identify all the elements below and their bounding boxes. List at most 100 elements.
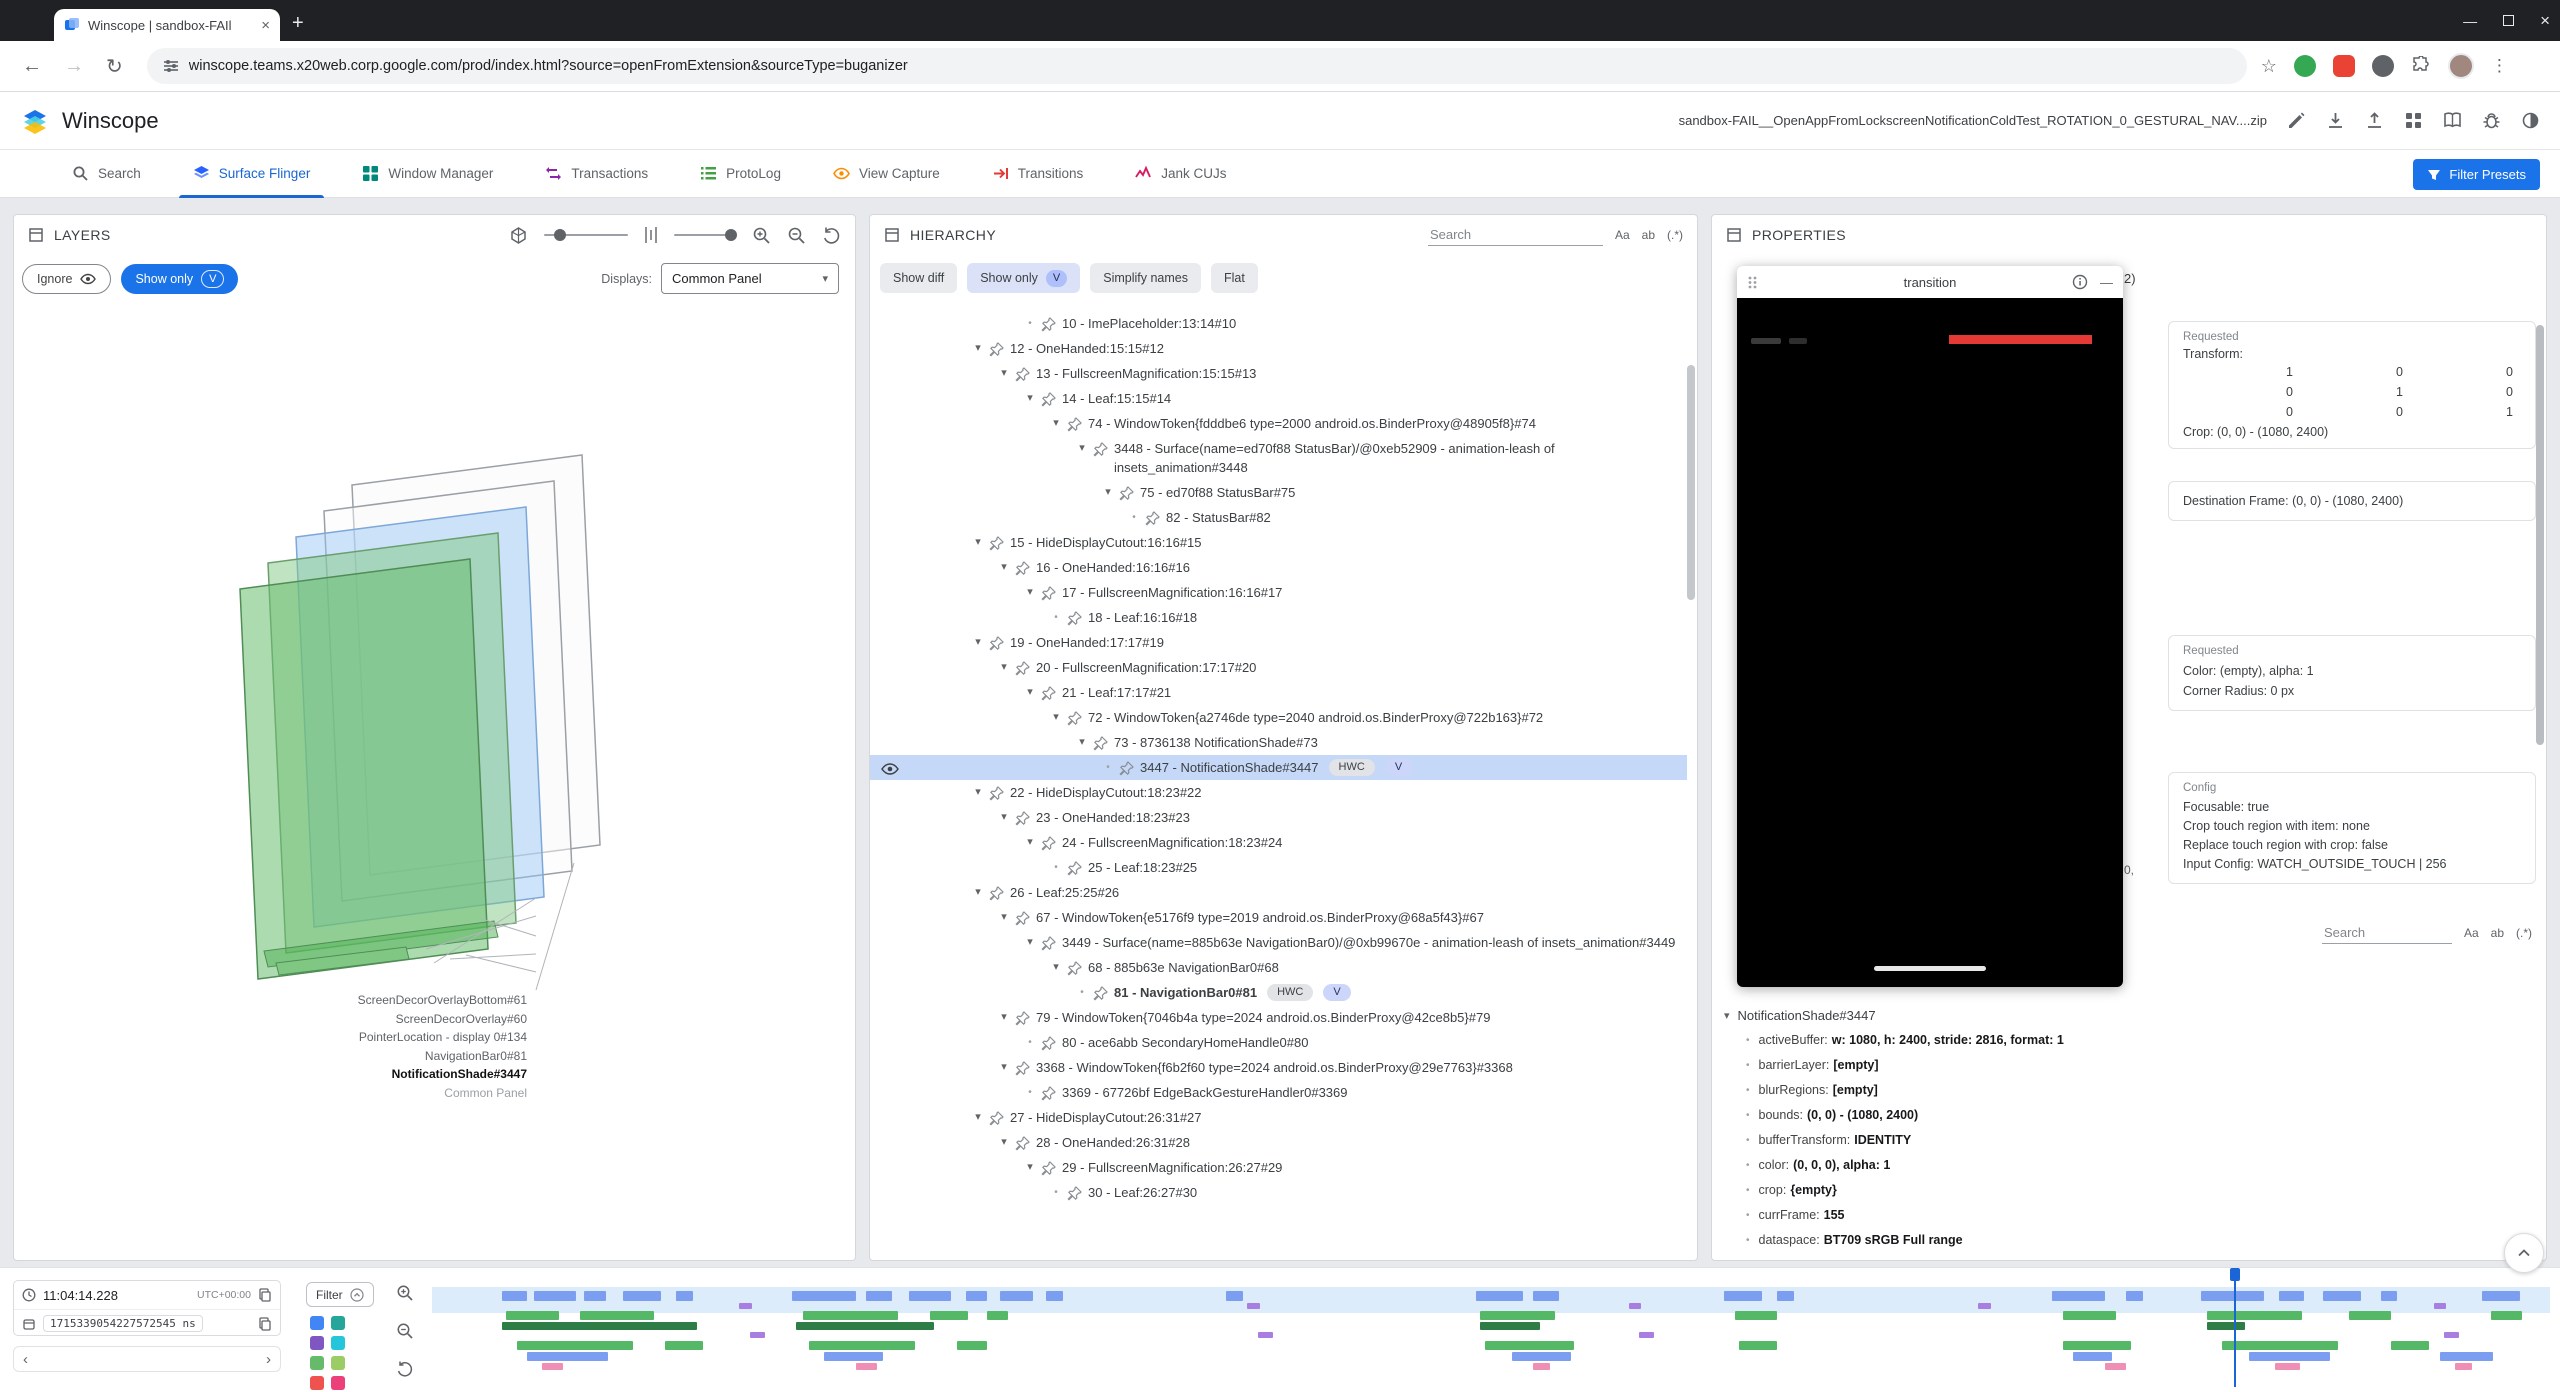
trace-event-segment[interactable] <box>2434 1303 2447 1309</box>
trace-event-segment[interactable] <box>1258 1332 1273 1338</box>
hierarchy-row[interactable]: •10 - ImePlaceholder:13:14#10 <box>870 311 1687 336</box>
panel-drag-icon[interactable] <box>1726 227 1742 243</box>
pin-icon[interactable] <box>1014 558 1036 577</box>
show-only-chip[interactable]: Show only V <box>121 264 238 294</box>
expand-chevron-icon[interactable]: ▾ <box>994 908 1014 927</box>
hierarchy-row[interactable]: •81 - NavigationBar0#81HWCV <box>870 980 1687 1005</box>
hierarchy-row[interactable]: ▾3449 - Surface(name=885b63e NavigationB… <box>870 930 1687 955</box>
panel-drag-icon[interactable] <box>28 227 44 243</box>
trace-event-segment[interactable] <box>2391 1341 2429 1350</box>
trace-event-segment[interactable] <box>966 1291 987 1301</box>
hierarchy-row[interactable]: ▾17 - FullscreenMagnification:16:16#17 <box>870 580 1687 605</box>
pin-icon[interactable] <box>988 633 1010 652</box>
match-case-icon[interactable]: Aa <box>1615 228 1630 242</box>
pin-icon[interactable] <box>1040 933 1062 952</box>
window-maximize-button[interactable] <box>2503 15 2514 26</box>
expand-chevron-icon[interactable]: ▾ <box>968 883 988 902</box>
trace-event-segment[interactable] <box>1724 1291 1762 1301</box>
trace-event-segment[interactable] <box>1046 1291 1063 1301</box>
trace-event-segment[interactable] <box>1000 1291 1034 1301</box>
hierarchy-row[interactable]: ▾75 - ed70f88 StatusBar#75 <box>870 480 1687 505</box>
hierarchy-row[interactable]: ▾13 - FullscreenMagnification:15:15#13 <box>870 361 1687 386</box>
pin-icon[interactable] <box>1040 389 1062 408</box>
expand-timeline-button[interactable] <box>2504 1233 2544 1273</box>
trace-event-segment[interactable] <box>2323 1291 2361 1301</box>
trace-toggle-icon[interactable] <box>331 1336 345 1350</box>
apps-grid-icon[interactable] <box>2404 111 2423 130</box>
trace-event-segment[interactable] <box>502 1291 527 1301</box>
browser-tab[interactable]: Winscope | sandbox-FAIl × <box>54 9 280 41</box>
trace-event-segment[interactable] <box>809 1341 915 1350</box>
reload-icon[interactable]: ↻ <box>106 54 123 79</box>
regex-icon[interactable]: (.*) <box>1667 228 1683 242</box>
trace-event-segment[interactable] <box>542 1363 563 1370</box>
pin-icon[interactable] <box>1092 983 1114 1002</box>
tune-icon[interactable] <box>163 58 179 74</box>
trace-event-segment[interactable] <box>2381 1291 2398 1301</box>
upload-icon[interactable] <box>2365 111 2384 130</box>
hierarchy-row[interactable]: ▾16 - OneHanded:16:16#16 <box>870 555 1687 580</box>
back-icon[interactable]: ← <box>22 55 42 78</box>
spacing-slider[interactable] <box>674 234 736 236</box>
hierarchy-row[interactable]: ▾67 - WindowToken{e5176f9 type=2019 andr… <box>870 905 1687 930</box>
hierarchy-row[interactable]: ▾24 - FullscreenMagnification:18:23#24 <box>870 830 1687 855</box>
trace-event-segment[interactable] <box>1777 1291 1794 1301</box>
window-minimize-button[interactable]: — <box>2463 13 2477 29</box>
pin-icon[interactable] <box>1040 314 1062 333</box>
docs-book-icon[interactable] <box>2443 111 2462 130</box>
pin-icon[interactable] <box>1118 758 1140 777</box>
address-bar[interactable]: winscope.teams.x20web.corp.google.com/pr… <box>147 48 2247 84</box>
trace-event-segment[interactable] <box>2279 1291 2304 1301</box>
trace-event-segment[interactable] <box>1639 1332 1654 1338</box>
trace-event-segment[interactable] <box>584 1291 605 1301</box>
trace-event-segment[interactable] <box>527 1352 607 1361</box>
expand-chevron-icon[interactable]: ▾ <box>968 339 988 358</box>
extension-icon-gray[interactable] <box>2372 55 2394 77</box>
nav-tab-transactions[interactable]: Transactions <box>519 150 674 198</box>
hierarchy-row[interactable]: ▾68 - 885b63e NavigationBar0#68 <box>870 955 1687 980</box>
trace-event-segment[interactable] <box>2063 1311 2116 1320</box>
hierarchy-row[interactable]: •82 - StatusBar#82 <box>870 505 1687 530</box>
trace-event-segment[interactable] <box>909 1291 951 1301</box>
trace-event-segment[interactable] <box>506 1311 559 1320</box>
trace-event-segment[interactable] <box>1226 1291 1243 1301</box>
browser-menu-icon[interactable]: ⋮ <box>2491 56 2508 76</box>
hierarchy-row[interactable]: ▾79 - WindowToken{7046b4a type=2024 andr… <box>870 1005 1687 1030</box>
trace-event-segment[interactable] <box>580 1311 654 1320</box>
trace-event-segment[interactable] <box>676 1291 693 1301</box>
tab-close-icon[interactable]: × <box>261 17 270 34</box>
expand-chevron-icon[interactable]: ▾ <box>1020 389 1040 408</box>
trace-event-segment[interactable] <box>957 1341 987 1350</box>
hierarchy-row[interactable]: ▾23 - OneHanded:18:23#23 <box>870 805 1687 830</box>
hierarchy-filter-show-only[interactable]: Show onlyV <box>967 263 1080 293</box>
trace-event-segment[interactable] <box>792 1291 856 1301</box>
trace-event-segment[interactable] <box>2349 1311 2391 1320</box>
hierarchy-row[interactable]: ▾74 - WindowToken{fdddbe6 type=2000 andr… <box>870 411 1687 436</box>
hierarchy-row[interactable]: •18 - Leaf:16:16#18 <box>870 605 1687 630</box>
trace-event-segment[interactable] <box>866 1291 891 1301</box>
layer-label[interactable]: ScreenDecorOverlay#60 <box>174 1010 527 1029</box>
timeline-scrollbar[interactable]: ‹ › <box>13 1346 281 1372</box>
hierarchy-row[interactable]: ▾3368 - WindowToken{f6b2f60 type=2024 an… <box>870 1055 1687 1080</box>
timeline-cursor[interactable] <box>2234 1273 2236 1387</box>
nav-tab-window-manager[interactable]: Window Manager <box>336 150 519 198</box>
expand-chevron-icon[interactable]: ▾ <box>1098 483 1118 502</box>
pin-icon[interactable] <box>1066 958 1088 977</box>
nav-tab-transitions[interactable]: Transitions <box>966 150 1110 198</box>
hierarchy-row[interactable]: ▾20 - FullscreenMagnification:17:17#20 <box>870 655 1687 680</box>
pin-icon[interactable] <box>1040 683 1062 702</box>
panel-drag-icon[interactable] <box>884 227 900 243</box>
trace-event-segment[interactable] <box>623 1291 661 1301</box>
rotation-slider[interactable] <box>544 234 628 236</box>
match-word-icon[interactable]: ab <box>2491 926 2504 940</box>
expand-chevron-icon[interactable]: ▾ <box>1046 414 1066 433</box>
hierarchy-row[interactable]: ▾3448 - Surface(name=ed70f88 StatusBar)/… <box>870 436 1687 480</box>
bookmark-star-icon[interactable]: ☆ <box>2261 56 2277 77</box>
trace-toggle-icon[interactable] <box>331 1316 345 1330</box>
ns-timestamp[interactable]: 1715339054227572545 ns <box>43 1315 203 1332</box>
property-item-bounds[interactable]: •bounds:(0, 0) - (1080, 2400) <box>1712 1103 2546 1128</box>
forward-icon[interactable]: → <box>64 55 84 78</box>
zoom-in-icon[interactable] <box>752 226 771 245</box>
pin-icon[interactable] <box>1092 733 1114 752</box>
extension-icon-green[interactable] <box>2294 55 2316 77</box>
